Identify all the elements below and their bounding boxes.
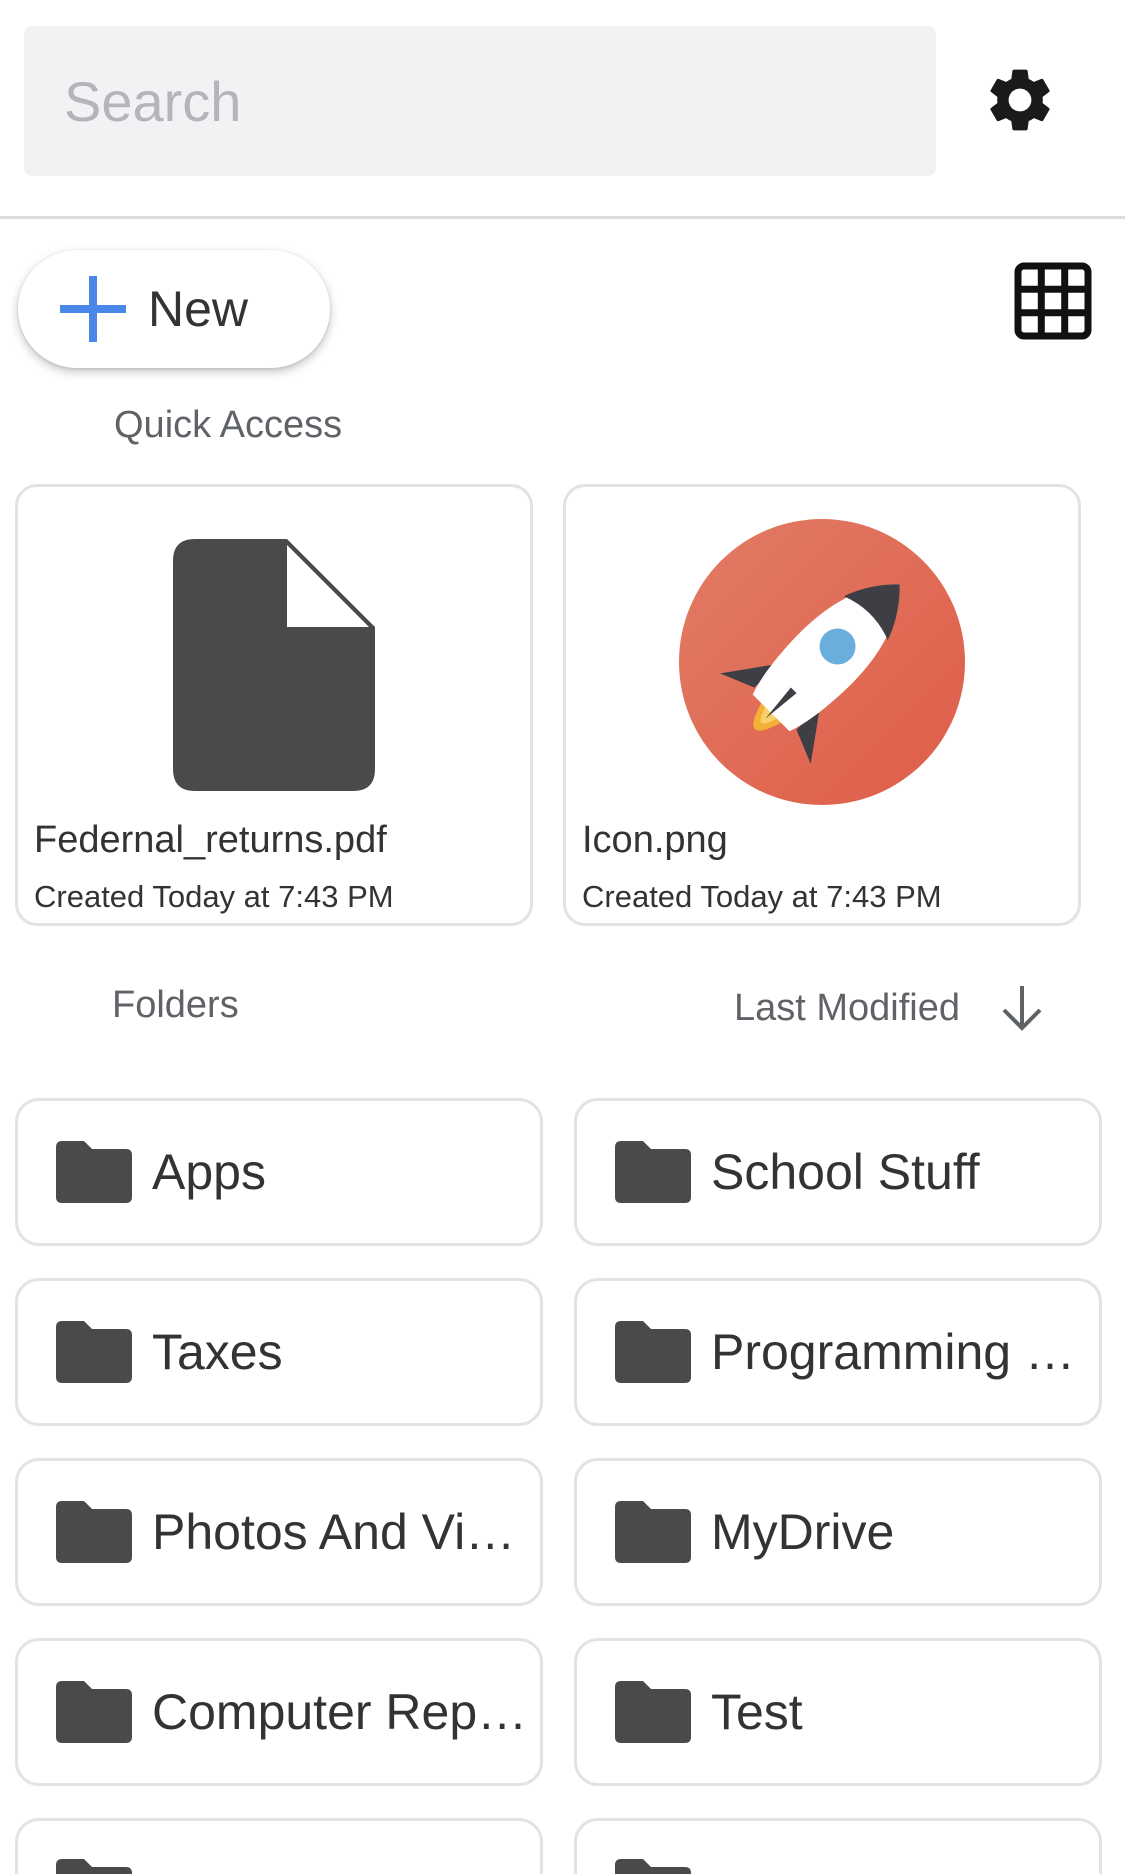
arrow-down-icon: [1002, 986, 1042, 1031]
folder-icon: [615, 1321, 691, 1383]
folder-item[interactable]: MyDrive: [574, 1458, 1102, 1606]
folder-name: Computer Repair: [152, 1684, 528, 1740]
folder-name: Taxes: [152, 1324, 283, 1380]
folder-icon: [56, 1501, 132, 1563]
quick-access-item[interactable]: Icon.png Created Today at 7:43 PM: [563, 484, 1081, 926]
new-button[interactable]: New: [18, 250, 330, 368]
folder-item[interactable]: [574, 1818, 1102, 1874]
quick-access-item[interactable]: Federnal_returns.pdf Created Today at 7:…: [15, 484, 533, 926]
folder-item[interactable]: Computer Repair: [15, 1638, 543, 1786]
folder-icon: [56, 1321, 132, 1383]
rocket-icon: [679, 519, 965, 805]
folder-icon: [615, 1501, 691, 1563]
folder-icon: [56, 1141, 132, 1203]
file-created: Created Today at 7:43 PM: [582, 879, 942, 914]
folder-icon: [615, 1141, 691, 1203]
sort-label: Last Modified: [734, 986, 961, 1029]
file-created: Created Today at 7:43 PM: [34, 879, 394, 914]
plus-icon: [60, 276, 126, 342]
folder-item[interactable]: Programming Stuff: [574, 1278, 1102, 1426]
folder-name: School Stuff: [711, 1144, 980, 1200]
folder-item[interactable]: Taxes: [15, 1278, 543, 1426]
folder-icon: [56, 1859, 132, 1874]
file-name: Icon.png: [582, 819, 728, 861]
folder-item[interactable]: Test: [574, 1638, 1102, 1786]
folder-item[interactable]: School Stuff: [574, 1098, 1102, 1246]
folder-name: Test: [711, 1684, 803, 1740]
file-thumbnail: [18, 487, 530, 817]
folder-item[interactable]: [15, 1818, 543, 1874]
quick-access-title: Quick Access: [114, 404, 343, 446]
folder-item[interactable]: Apps: [15, 1098, 543, 1246]
new-button-label: New: [148, 281, 249, 337]
gear-icon: [990, 69, 1050, 131]
folder-name: MyDrive: [711, 1504, 895, 1560]
settings-button[interactable]: [980, 60, 1060, 140]
header-divider: [0, 216, 1125, 219]
folder-icon: [615, 1859, 691, 1874]
folder-item[interactable]: Photos And Videos: [15, 1458, 543, 1606]
folder-name: Photos And Videos: [152, 1504, 528, 1560]
folder-icon: [56, 1681, 132, 1743]
folder-name: Programming Stuff: [711, 1324, 1087, 1380]
folder-icon: [615, 1681, 691, 1743]
folder-name: Apps: [152, 1144, 266, 1200]
folders-title: Folders: [112, 984, 239, 1026]
image-thumbnail: [566, 487, 1078, 817]
document-icon: [173, 539, 375, 791]
search-input[interactable]: [64, 68, 936, 134]
file-name: Federnal_returns.pdf: [34, 819, 387, 861]
grid-view-icon[interactable]: [1014, 262, 1092, 340]
drive-screen: New Quick Access Federnal_returns.pdf Cr…: [0, 0, 1125, 1874]
sort-button[interactable]: Last Modified: [734, 980, 1044, 1036]
search-bar[interactable]: [24, 26, 936, 176]
